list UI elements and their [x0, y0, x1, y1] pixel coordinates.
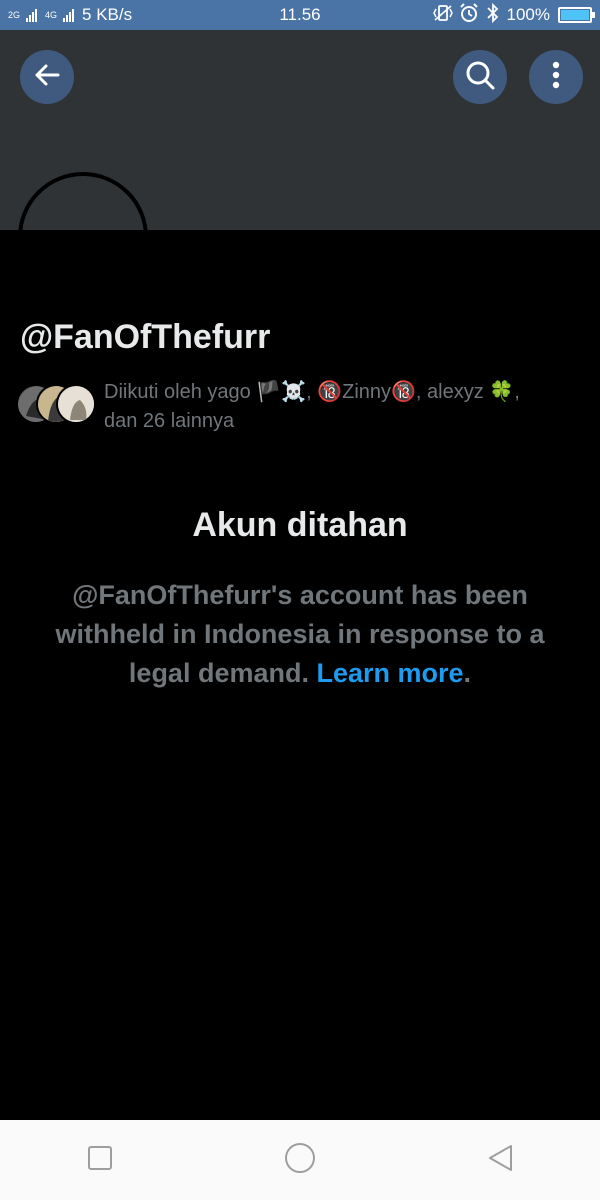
square-icon	[87, 1145, 113, 1176]
bluetooth-icon	[485, 2, 501, 28]
withheld-message-period: .	[463, 658, 472, 688]
network-label-2: 4G	[45, 9, 58, 20]
more-vertical-icon	[551, 60, 561, 95]
status-bar: 2G 4G 5 KB/s 11.56 100%	[0, 0, 600, 30]
status-left: 2G 4G 5 KB/s	[8, 5, 208, 25]
alarm-icon	[459, 2, 479, 28]
home-button[interactable]	[270, 1130, 330, 1190]
followed-by-line-1: Diikuti oleh yago 🏴☠️, 🔞Zinny🔞, alexyz 🍀…	[104, 381, 520, 403]
withheld-message-text: @FanOfThefurr's account has been withhel…	[55, 580, 545, 688]
signal-icon	[26, 8, 38, 22]
arrow-left-icon	[32, 60, 62, 95]
battery-percent: 100%	[506, 5, 550, 24]
system-back-button[interactable]	[470, 1130, 530, 1190]
status-right: 100%	[432, 2, 595, 28]
search-button[interactable]	[453, 50, 507, 104]
circle-icon	[284, 1142, 316, 1179]
followed-by-line-2: dan 26 lainnya	[104, 410, 235, 432]
network-speed: 5 KB/s	[82, 5, 133, 24]
follower-avatars	[16, 378, 98, 424]
signal-icon-2	[63, 8, 75, 22]
profile-handle: @FanOfThefurr	[20, 318, 271, 356]
network-label-1: 2G	[8, 9, 21, 20]
followed-by-text: Diikuti oleh yago 🏴☠️, 🔞Zinny🔞, alexyz 🍀…	[98, 378, 520, 436]
followed-by[interactable]: Diikuti oleh yago 🏴☠️, 🔞Zinny🔞, alexyz 🍀…	[16, 378, 586, 436]
system-navigation-bar	[0, 1120, 600, 1200]
learn-more-link[interactable]: Learn more	[316, 658, 463, 688]
follower-avatar	[56, 384, 96, 424]
withheld-title: Akun ditahan	[192, 506, 408, 544]
search-icon	[464, 59, 496, 96]
triangle-back-icon	[486, 1143, 514, 1178]
more-options-button[interactable]	[529, 50, 583, 104]
back-button[interactable]	[20, 50, 74, 104]
recents-button[interactable]	[70, 1130, 130, 1190]
vibrate-icon	[432, 4, 453, 27]
withheld-message: @FanOfThefurr's account has been withhel…	[50, 576, 550, 693]
battery-icon	[558, 7, 595, 23]
